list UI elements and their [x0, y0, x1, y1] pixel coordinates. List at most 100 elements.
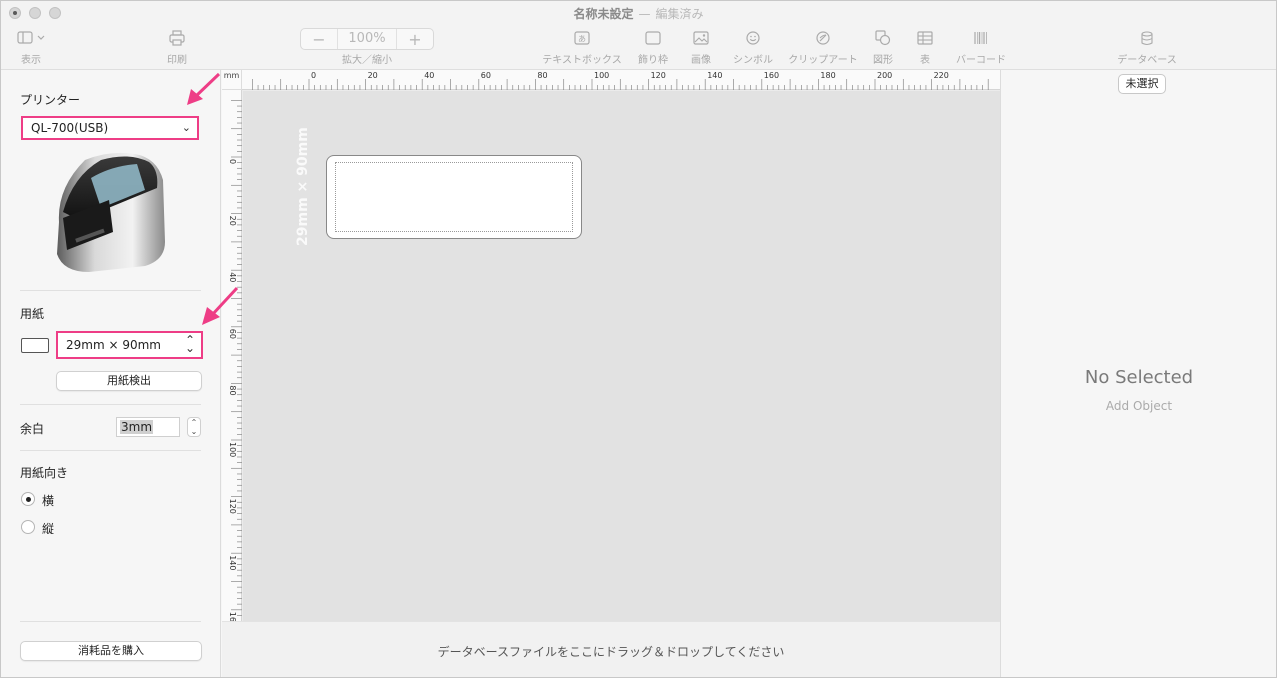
toolbar: 名称未設定 — 編集済み 表示 印刷 − 100% + 拡大／縮小 あ テキスト…	[1, 1, 1276, 70]
database-drop-zone[interactable]: データベースファイルをここにドラッグ＆ドロップしてください	[222, 621, 1000, 677]
v-ruler-label: 140	[228, 555, 237, 570]
svg-text:あ: あ	[578, 35, 586, 44]
print-label: 印刷	[167, 55, 187, 66]
frame-icon	[635, 29, 671, 47]
divider	[20, 450, 201, 451]
app-window: 名称未設定 — 編集済み 表示 印刷 − 100% + 拡大／縮小 あ テキスト…	[0, 0, 1277, 678]
orientation-heading: 用紙向き	[20, 466, 69, 480]
image-button[interactable]: 画像	[687, 29, 715, 66]
orientation-landscape-label: 横	[42, 494, 55, 508]
image-label: 画像	[691, 55, 711, 66]
ruler-unit: mm	[222, 70, 242, 90]
orientation-landscape-radio[interactable]	[21, 492, 35, 506]
textbox-button[interactable]: あ テキストボックス	[541, 29, 623, 66]
h-ruler-label: 40	[424, 71, 434, 80]
printer-select[interactable]: QL-700(USB) ⌄	[21, 116, 199, 140]
vertical-ruler: 0 20 40 60 80 100 120 140 160	[222, 90, 242, 627]
h-ruler-label: 120	[651, 71, 666, 80]
h-ruler-label: 0	[311, 71, 316, 80]
h-ruler-label: 200	[877, 71, 892, 80]
v-ruler-label: 40	[228, 272, 237, 282]
v-ruler-label: 60	[228, 329, 237, 339]
settings-sidebar: プリンター QL-700(USB) ⌄ 用紙 29mm × 90mm ⌃ ⌄ 用…	[1, 70, 221, 677]
label-size-text: 29mm × 90mm	[295, 127, 311, 246]
printable-area	[335, 162, 573, 232]
divider	[20, 621, 201, 622]
table-icon	[913, 29, 937, 47]
shape-icon	[869, 29, 897, 47]
view-button[interactable]: 表示	[15, 29, 47, 66]
margin-heading: 余白	[20, 422, 45, 436]
add-object-hint: Add Object	[1105, 399, 1173, 413]
document-name: 名称未設定	[573, 7, 634, 21]
view-label: 表示	[21, 55, 41, 66]
h-ruler-label: 140	[707, 71, 722, 80]
zoom-label: 拡大／縮小	[342, 55, 392, 66]
shape-button[interactable]: 図形	[869, 29, 897, 66]
v-ruler-label: 0	[228, 159, 237, 164]
barcode-icon	[953, 29, 1009, 47]
updown-chevron-icon: ⌃ ⌄	[184, 333, 195, 355]
canvas-area: mm 0 20 40 60 80 100 120 140 160 180 200 220 0 20 40 6…	[222, 70, 1000, 627]
chevron-down-icon: ⌄	[181, 121, 191, 134]
workspace[interactable]: 29mm × 90mm	[243, 91, 1000, 621]
unselect-button[interactable]: 未選択	[1118, 74, 1166, 94]
margin-stepper[interactable]: ⌃ ⌄	[187, 417, 201, 437]
buy-supplies-button[interactable]: 消耗品を購入	[20, 641, 202, 661]
frame-button[interactable]: 飾り枠	[635, 29, 671, 66]
h-ruler-label: 60	[481, 71, 491, 80]
label-tape[interactable]	[326, 155, 582, 239]
printer-heading: プリンター	[20, 93, 81, 107]
print-button[interactable]: 印刷	[161, 29, 193, 66]
barcode-button[interactable]: バーコード	[953, 29, 1009, 66]
database-button[interactable]: データベース	[1109, 29, 1185, 66]
title-separator: —	[638, 7, 651, 21]
detect-paper-button[interactable]: 用紙検出	[56, 371, 202, 391]
paper-heading: 用紙	[20, 307, 45, 321]
horizontal-ruler: 0 20 40 60 80 100 120 140 160 180 200 220	[242, 70, 1000, 90]
symbol-button[interactable]: シンボル	[731, 29, 775, 66]
h-ruler-label: 160	[764, 71, 779, 80]
inspector-panel: 未選択 No Selected Add Object	[1000, 70, 1276, 677]
database-label: データベース	[1117, 55, 1177, 66]
h-ruler-label: 220	[934, 71, 949, 80]
v-ruler-label: 160	[228, 612, 237, 621]
paper-size-value: 29mm × 90mm	[66, 338, 161, 352]
clipart-label: クリップアート	[788, 55, 858, 66]
edited-status: 編集済み	[655, 7, 704, 21]
image-icon	[687, 29, 715, 47]
zoom-label-wrap: 拡大／縮小	[331, 33, 403, 66]
v-ruler-label: 20	[228, 216, 237, 226]
orientation-portrait-radio[interactable]	[21, 520, 35, 534]
h-ruler-label: 20	[368, 71, 378, 80]
symbol-icon	[731, 29, 775, 47]
printer-select-value: QL-700(USB)	[31, 121, 109, 135]
orientation-portrait-label: 縦	[42, 522, 55, 536]
symbol-label: シンボル	[733, 55, 773, 66]
divider	[20, 404, 201, 405]
printer-icon	[161, 29, 193, 47]
h-ruler-label: 100	[594, 71, 609, 80]
paper-roll-icon	[21, 338, 49, 353]
v-ruler-label: 80	[228, 385, 237, 395]
sidebar-icon	[15, 29, 47, 47]
barcode-label: バーコード	[956, 55, 1006, 66]
textbox-icon: あ	[541, 29, 623, 47]
h-ruler-label: 80	[537, 71, 547, 80]
clipart-button[interactable]: クリップアート	[785, 29, 861, 66]
margin-value: 3mm	[120, 420, 154, 434]
printer-image	[49, 150, 169, 274]
clipart-icon	[785, 29, 861, 47]
v-ruler-label: 100	[228, 442, 237, 457]
h-ruler-label: 180	[820, 71, 835, 80]
no-selection-title: No Selected	[1084, 367, 1194, 388]
database-icon	[1109, 29, 1185, 47]
paper-size-select[interactable]: 29mm × 90mm ⌃ ⌄	[56, 331, 203, 359]
window-title: 名称未設定 — 編集済み	[1, 5, 1276, 22]
divider	[20, 290, 201, 291]
margin-input[interactable]: 3mm	[116, 417, 180, 437]
v-ruler-label: 120	[228, 499, 237, 514]
table-button[interactable]: 表	[913, 29, 937, 66]
frame-label: 飾り枠	[638, 55, 668, 66]
shape-label: 図形	[873, 55, 893, 66]
